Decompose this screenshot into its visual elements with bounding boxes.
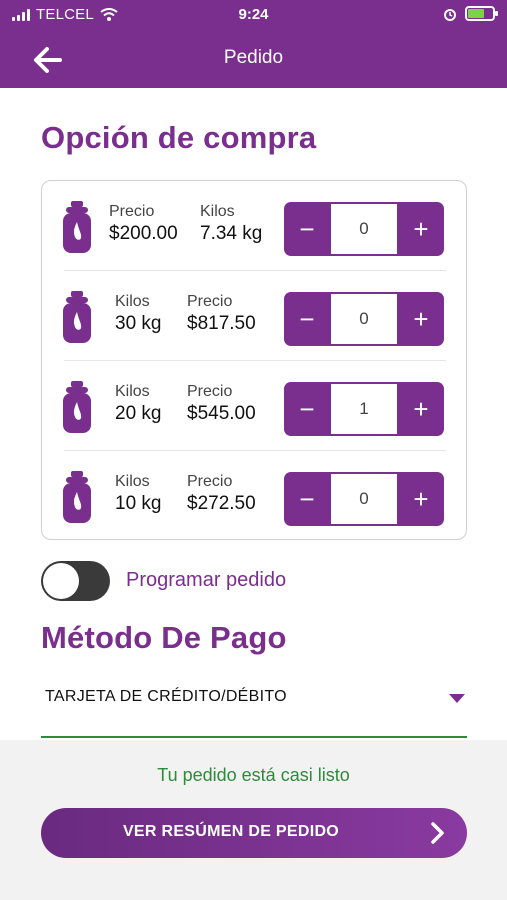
row-col-1: Kilos 20 kg bbox=[115, 383, 161, 425]
row-col-2-value: 7.34 kg bbox=[200, 223, 263, 244]
decrement-button[interactable]: − bbox=[284, 202, 330, 256]
status-right bbox=[443, 6, 498, 21]
payment-method-select[interactable]: TARJETA DE CRÉDITO/DÉBITO bbox=[41, 680, 467, 738]
row-col-2: Kilos 7.34 kg bbox=[200, 203, 262, 245]
status-bar: TELCEL 9:24 bbox=[0, 0, 507, 30]
schedule-order-toggle[interactable] bbox=[41, 561, 110, 601]
increment-button[interactable]: + bbox=[398, 472, 444, 526]
quantity-value[interactable]: 0 bbox=[331, 474, 397, 524]
select-underline bbox=[41, 736, 467, 738]
row-col-2-value: $272.50 bbox=[187, 493, 256, 514]
nav-bar: Pedido bbox=[0, 30, 507, 88]
row-col-1-value: 20 kg bbox=[115, 403, 162, 424]
alarm-icon bbox=[444, 8, 456, 21]
payment-method-title: Método De Pago bbox=[41, 620, 287, 655]
purchase-options-card: Precio $200.00 Kilos 7.34 kg − 0 + Kilos… bbox=[41, 180, 467, 540]
increment-button[interactable]: + bbox=[398, 382, 444, 436]
row-col-2-label: Precio bbox=[187, 473, 233, 490]
increment-button[interactable]: + bbox=[398, 292, 444, 346]
caret-down-icon bbox=[449, 694, 465, 703]
battery-charging-icon bbox=[465, 6, 498, 21]
row-col-1: Kilos 10 kg bbox=[115, 473, 161, 515]
row-col-1-value: 30 kg bbox=[115, 313, 162, 334]
quantity-stepper: − 0 + bbox=[284, 202, 444, 256]
chevron-right-icon bbox=[431, 822, 444, 844]
gas-tank-icon bbox=[63, 291, 91, 343]
product-row: Kilos 10 kg Precio $272.50 − 0 + bbox=[42, 451, 468, 541]
row-col-2-label: Precio bbox=[187, 293, 233, 310]
payment-method-value: TARJETA DE CRÉDITO/DÉBITO bbox=[45, 688, 287, 705]
row-col-1-value: 10 kg bbox=[115, 493, 162, 514]
row-col-1: Kilos 30 kg bbox=[115, 293, 161, 335]
row-col-2-value: $545.00 bbox=[187, 403, 256, 424]
row-col-2-label: Precio bbox=[187, 383, 233, 400]
view-order-summary-button[interactable]: VER RESÚMEN DE PEDIDO bbox=[41, 808, 467, 858]
cta-label: VER RESÚMEN DE PEDIDO bbox=[122, 823, 340, 840]
row-col-2: Precio $817.50 bbox=[187, 293, 256, 335]
gas-tank-icon bbox=[63, 471, 91, 523]
quantity-stepper: − 0 + bbox=[284, 472, 444, 526]
quantity-value[interactable]: 0 bbox=[331, 204, 397, 254]
row-col-1-label: Kilos bbox=[115, 383, 150, 400]
product-row: Kilos 20 kg Precio $545.00 − 1 + bbox=[42, 361, 468, 451]
quantity-value[interactable]: 1 bbox=[331, 384, 397, 434]
decrement-button[interactable]: − bbox=[284, 472, 330, 526]
status-time: 9:24 bbox=[238, 6, 269, 23]
footer-panel: Tu pedido está casi listo VER RESÚMEN DE… bbox=[0, 740, 507, 900]
row-col-1-label: Precio bbox=[109, 203, 155, 220]
toggle-knob bbox=[43, 563, 79, 599]
purchase-option-title: Opción de compra bbox=[41, 120, 317, 155]
product-row: Kilos 30 kg Precio $817.50 − 0 + bbox=[42, 271, 468, 361]
row-col-1-label: Kilos bbox=[115, 473, 150, 490]
row-col-1-label: Kilos bbox=[115, 293, 150, 310]
row-col-2: Precio $545.00 bbox=[187, 383, 256, 425]
quantity-stepper: − 0 + bbox=[284, 292, 444, 346]
decrement-button[interactable]: − bbox=[284, 382, 330, 436]
schedule-order-label: Programar pedido bbox=[126, 569, 287, 591]
gas-tank-icon bbox=[63, 201, 91, 253]
row-col-2: Precio $272.50 bbox=[187, 473, 256, 515]
product-row: Precio $200.00 Kilos 7.34 kg − 0 + bbox=[42, 181, 468, 271]
quantity-value[interactable]: 0 bbox=[331, 294, 397, 344]
row-col-1: Precio $200.00 bbox=[109, 203, 178, 245]
increment-button[interactable]: + bbox=[398, 202, 444, 256]
row-col-2-label: Kilos bbox=[200, 203, 235, 220]
gas-tank-icon bbox=[63, 381, 91, 433]
app-header: TELCEL 9:24 Pedido bbox=[0, 0, 507, 88]
decrement-button[interactable]: − bbox=[284, 292, 330, 346]
order-status-message: Tu pedido está casi listo bbox=[157, 765, 350, 785]
row-col-2-value: $817.50 bbox=[187, 313, 256, 334]
row-col-1-value: $200.00 bbox=[109, 223, 178, 244]
quantity-stepper: − 1 + bbox=[284, 382, 444, 436]
page-title: Pedido bbox=[223, 47, 284, 68]
